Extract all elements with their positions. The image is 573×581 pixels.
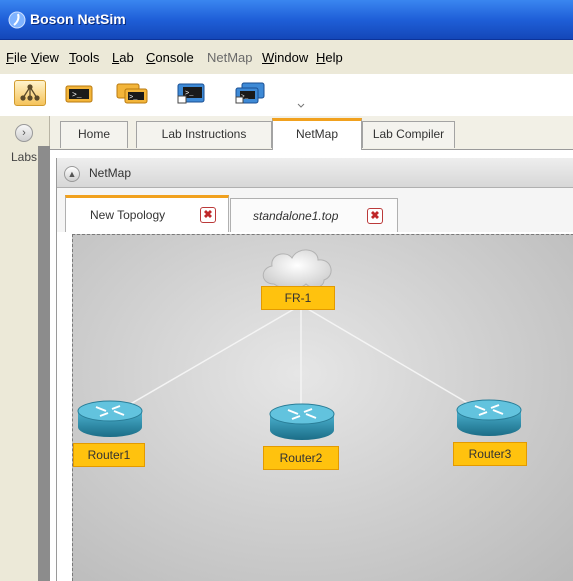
frame-relay-cloud-icon[interactable]	[256, 244, 340, 292]
expand-chevron-icon[interactable]: ›	[15, 124, 33, 142]
svg-text:>_: >_	[129, 94, 138, 102]
main-tabs: Home Lab Instructions NetMap Lab Compile…	[50, 116, 573, 150]
tab-netmap[interactable]: NetMap	[272, 118, 362, 150]
close-icon[interactable]: ✖	[367, 208, 383, 224]
tab-lab-instructions[interactable]: Lab Instructions	[136, 121, 272, 148]
menu-help[interactable]: Help	[316, 50, 343, 65]
doc-tab-standalone[interactable]: standalone1.top ✖	[230, 198, 398, 232]
svg-text:>_: >_	[72, 91, 82, 100]
router-icon[interactable]	[455, 398, 523, 438]
node-label-router3[interactable]: Router3	[453, 442, 527, 466]
collapse-chevron-icon[interactable]: ▲	[64, 166, 80, 182]
sidebar-strip	[38, 146, 50, 581]
menu-lab[interactable]: Lab	[112, 50, 134, 65]
menu-file[interactable]: File	[6, 50, 27, 65]
menu-tools[interactable]: Tools	[69, 50, 99, 65]
topology-canvas[interactable]: FR-1 Router1 Router2 Router3	[72, 234, 573, 581]
node-label-fr1[interactable]: FR-1	[261, 286, 335, 310]
menu-netmap[interactable]: NetMap	[207, 50, 253, 65]
labs-sidebar: › Labs	[0, 116, 50, 581]
node-label-router1[interactable]: Router1	[73, 443, 145, 467]
menu-view[interactable]: View	[31, 50, 59, 65]
router-icon[interactable]	[268, 402, 336, 442]
node-label-router2[interactable]: Router2	[263, 446, 339, 470]
boson-app-icon	[8, 11, 26, 29]
doc-tab-new-topology[interactable]: New Topology ✖	[65, 195, 229, 232]
netmap-header: ▲ NetMap	[57, 158, 573, 188]
tab-lab-compiler[interactable]: Lab Compiler	[362, 121, 455, 148]
router-icon[interactable]	[76, 399, 144, 439]
console-2-icon[interactable]: >_	[233, 80, 265, 106]
console-icon[interactable]: >_	[63, 80, 95, 106]
menu-bar: File View Tools Lab Console NetMap Windo…	[0, 40, 573, 74]
window-title: Boson NetSim	[30, 11, 126, 27]
document-tabs: New Topology ✖ standalone1.top ✖	[57, 188, 573, 232]
toolbar: >_ >_ >_ >_	[8, 76, 308, 112]
menu-window[interactable]: Window	[262, 50, 308, 65]
menu-console[interactable]: Console	[146, 50, 194, 65]
netmap-panel: ▲ NetMap New Topology ✖ standalone1.top …	[56, 158, 573, 581]
title-bar: Boson NetSim	[0, 0, 573, 40]
close-icon[interactable]: ✖	[200, 207, 216, 223]
console-1-icon[interactable]: >_	[175, 80, 207, 106]
netmap-header-label: NetMap	[89, 166, 132, 180]
doc-tab-label: New Topology	[90, 208, 166, 222]
multi-console-icon[interactable]: >_	[115, 80, 148, 106]
tab-home[interactable]: Home	[60, 121, 128, 148]
labs-label[interactable]: Labs	[11, 150, 37, 164]
doc-tab-label: standalone1.top	[253, 209, 339, 223]
toolbar-overflow-icon[interactable]	[297, 102, 305, 110]
topology-icon[interactable]	[14, 80, 46, 106]
